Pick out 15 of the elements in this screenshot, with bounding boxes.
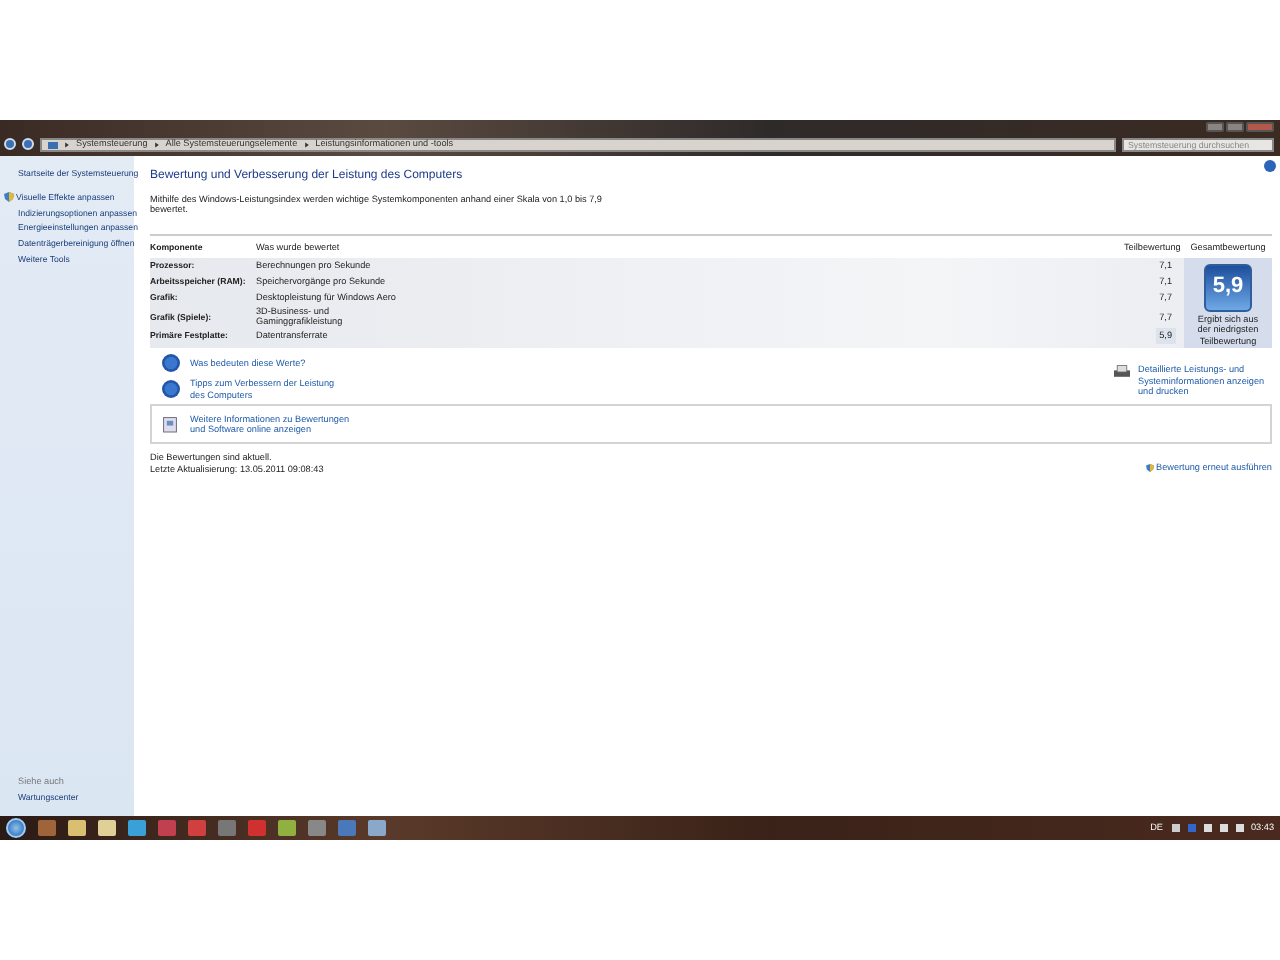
close-button[interactable] (1246, 122, 1274, 132)
chevron-icon (153, 141, 160, 147)
base-score-badge: 5,9 (1204, 263, 1252, 312)
maximize-button[interactable] (1226, 122, 1244, 132)
document-icon (162, 414, 178, 435)
shield-icon (1146, 463, 1155, 472)
back-button[interactable] (4, 138, 16, 150)
shield-icon (4, 192, 14, 203)
chevron-icon (303, 141, 310, 147)
folder-icon (48, 139, 58, 149)
start-button[interactable] (6, 818, 26, 838)
chevron-icon (64, 141, 70, 147)
minimize-button[interactable] (1206, 122, 1224, 132)
printer-icon (1112, 364, 1132, 380)
forward-button[interactable] (22, 138, 34, 150)
